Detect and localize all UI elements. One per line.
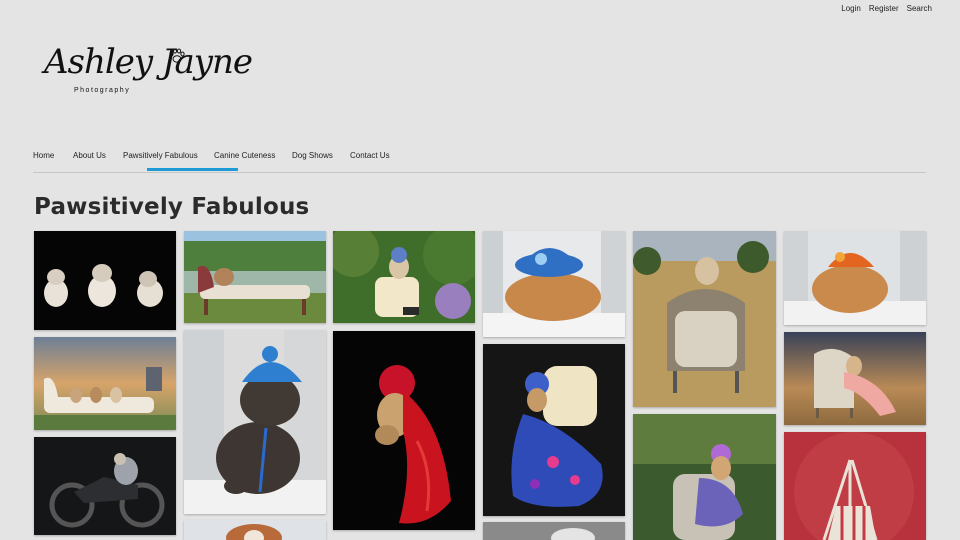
photo-chihuahua-sequin-dress[interactable] — [633, 414, 776, 540]
logo-tagline: Photography — [74, 87, 131, 94]
nav-item-pawsitively-fabulous[interactable]: Pawsitively Fabulous — [123, 151, 198, 160]
photo-pomeranian-blue-hat[interactable] — [483, 231, 625, 337]
active-tab-indicator — [147, 168, 238, 171]
photo-chihuahua-chair-sunset[interactable] — [784, 332, 926, 425]
nav-item-contact-us[interactable]: Contact Us — [350, 151, 390, 160]
site-logo[interactable]: Ashley Jayne Photography — [40, 40, 253, 120]
paw-icon — [169, 48, 185, 63]
account-links: Login Register Search — [841, 4, 932, 13]
register-link[interactable]: Register — [869, 4, 899, 13]
photo-chihuahua-armchair-garden[interactable] — [333, 231, 475, 323]
photo-chihuahua-red-gown[interactable] — [333, 331, 475, 530]
nav-item-home[interactable]: Home — [33, 151, 54, 160]
photo-dog-partial-gray[interactable] — [483, 522, 625, 540]
photo-chihuahua-armchair-field[interactable] — [633, 231, 776, 407]
logo-script-text: Ashley Jayne — [44, 42, 253, 82]
photo-three-bulldogs-black[interactable] — [34, 231, 176, 330]
photo-puppy-partial[interactable] — [184, 520, 326, 540]
page-title: Pawsitively Fabulous — [34, 194, 310, 220]
nav-item-dog-shows[interactable]: Dog Shows — [292, 151, 333, 160]
photo-dog-motorcycle[interactable] — [34, 437, 176, 535]
photo-pomeranian-orange-hat[interactable] — [784, 231, 926, 325]
photo-chihuahua-blue-gown[interactable] — [483, 344, 625, 516]
main-nav: Home About Us Pawsitively Fabulous Canin… — [33, 143, 926, 173]
photo-dogs-chaise-sunset-castle[interactable] — [34, 337, 176, 430]
photo-frenchie-blue-beanie[interactable] — [184, 330, 326, 514]
photo-bulldog-chaise-lake[interactable] — [184, 231, 326, 323]
photo-red-backdrop-teepee[interactable] — [784, 432, 926, 540]
search-link[interactable]: Search — [907, 4, 932, 13]
nav-item-about-us[interactable]: About Us — [73, 151, 106, 160]
login-link[interactable]: Login — [841, 4, 861, 13]
nav-item-canine-cuteness[interactable]: Canine Cuteness — [214, 151, 275, 160]
